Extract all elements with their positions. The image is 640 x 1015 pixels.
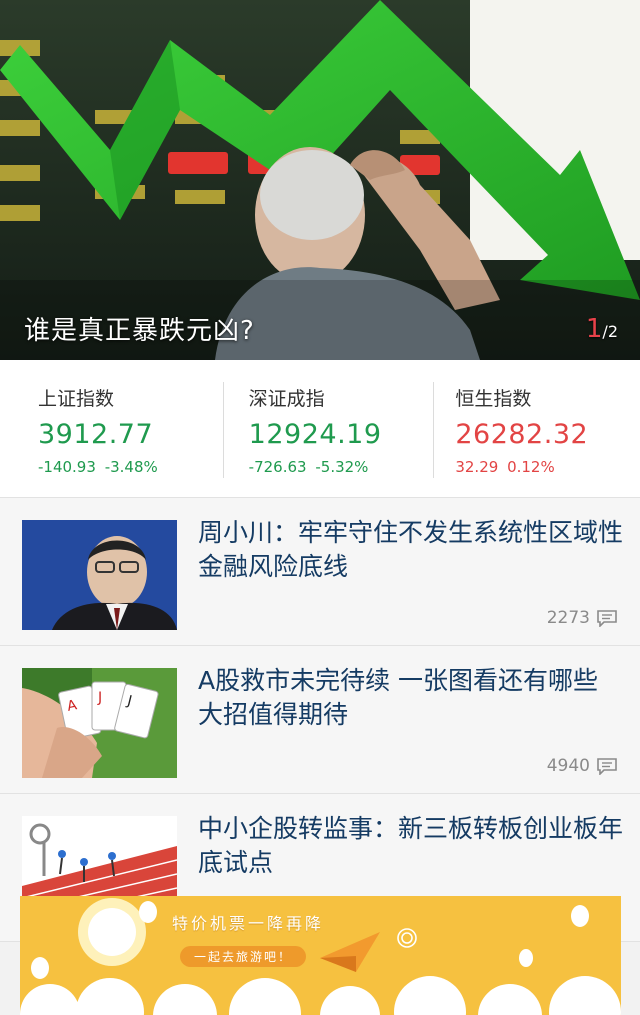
comment-icon [597, 610, 617, 627]
index-change: -140.93 -3.48% [38, 458, 223, 476]
index-name: 上证指数 [38, 388, 115, 410]
news-title[interactable]: 周小川：牢牢守住不发生系统性区域性金融风险底线 [198, 516, 623, 584]
index-change-amount: 32.29 [455, 458, 499, 476]
index-change-amount: -140.93 [38, 458, 96, 476]
market-indices: 上证指数 3912.77 -140.93 -3.48% 深证成指 12924.1… [0, 360, 640, 498]
index-shanghai[interactable]: 上证指数 3912.77 -140.93 -3.48% [0, 360, 223, 497]
index-hangseng[interactable]: 恒生指数 26282.32 32.29 0.12% [433, 360, 640, 497]
svg-text:J: J [97, 690, 102, 706]
hero-banner[interactable]: 谁是真正暴跌元凶? 1/2 [0, 0, 640, 360]
index-change-percent: -3.48% [104, 458, 158, 476]
news-comments[interactable]: 2273 [547, 608, 618, 628]
news-item[interactable]: A J J A股救市未完待续 一张图看还有哪些大招值得期待 4940 [0, 646, 640, 794]
ad-subtitle: 一起去旅游吧！ [180, 946, 307, 967]
comment-count: 2273 [546, 608, 590, 628]
hero-caption[interactable]: 谁是真正暴跌元凶? [24, 310, 255, 347]
comment-count: 4940 [546, 756, 590, 776]
news-list: 周小川：牢牢守住不发生系统性区域性金融风险底线 2273 A J J A股救市未… [0, 498, 640, 942]
hero-image [0, 0, 640, 360]
news-title[interactable]: 中小企股转监事：新三板转板创业板年底试点 [198, 812, 623, 880]
index-value: 26282.32 [455, 419, 589, 450]
hero-page-indicator: 1/2 [586, 314, 618, 344]
comment-icon [597, 758, 617, 775]
news-thumbnail [22, 520, 177, 630]
news-item[interactable]: 周小川：牢牢守住不发生系统性区域性金融风险底线 2273 [0, 498, 640, 646]
index-change-percent: 0.12% [507, 458, 555, 476]
news-comments[interactable]: 4940 [547, 756, 618, 776]
news-title[interactable]: A股救市未完待续 一张图看还有哪些大招值得期待 [198, 664, 623, 732]
index-change: 32.29 0.12% [455, 458, 640, 476]
index-shenzhen[interactable]: 深证成指 12924.19 -726.63 -5.32% [222, 360, 434, 497]
news-thumbnail: A J J [22, 668, 177, 778]
index-name: 恒生指数 [455, 388, 532, 410]
index-change-amount: -726.63 [248, 458, 307, 476]
index-value: 12924.19 [248, 419, 382, 450]
index-change: -726.63 -5.32% [249, 458, 434, 476]
hero-page-total: 2 [607, 322, 618, 341]
ad-banner[interactable]: 特价机票一降再降 一起去旅游吧！ [20, 896, 621, 1015]
index-value: 3912.77 [38, 419, 154, 450]
index-change-percent: -5.32% [315, 458, 369, 476]
index-name: 深证成指 [248, 388, 325, 410]
hero-page-current: 1 [585, 314, 603, 344]
ad-title: 特价机票一降再降 [172, 914, 325, 933]
